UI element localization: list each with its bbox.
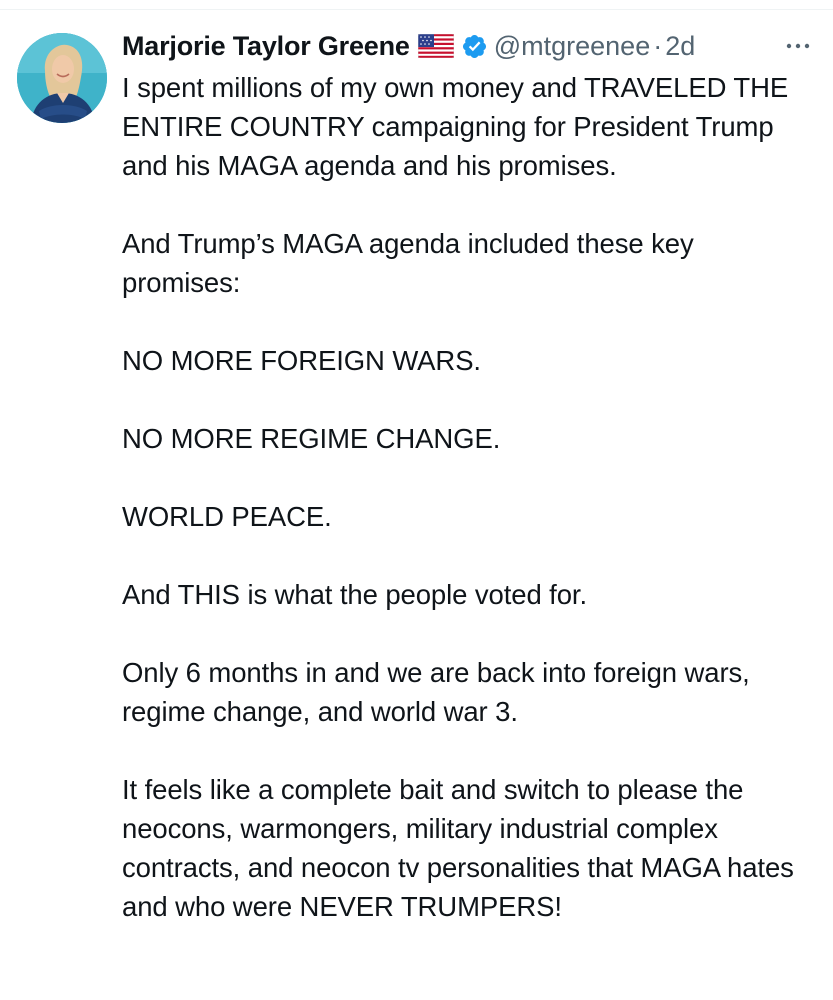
author-display-name[interactable]: Marjorie Taylor Greene (122, 31, 410, 62)
tweet-paragraph: And THIS is what the people voted for. (122, 579, 588, 610)
tweet[interactable]: Marjorie Taylor Greene @mtgreenee · 2d I… (0, 10, 833, 1000)
tweet-paragraph: NO MORE REGIME CHANGE. (122, 423, 501, 454)
tweet-header: Marjorie Taylor Greene @mtgreenee · 2d (122, 24, 833, 68)
tweet-paragraph: NO MORE FOREIGN WARS. (122, 345, 481, 376)
verified-badge-icon[interactable] (461, 33, 488, 60)
avatar[interactable] (17, 33, 107, 123)
tweet-paragraph: It feels like a complete bait and switch… (122, 774, 794, 922)
separator-dot: · (653, 30, 663, 61)
tweet-paragraph: Only 6 months in and we are back into fo… (122, 657, 750, 727)
tweet-paragraph: And Trump’s MAGA agenda included these k… (122, 228, 694, 298)
avatar-image (17, 33, 107, 123)
author-handle[interactable]: @mtgreenee (494, 31, 651, 62)
us-flag-icon (417, 33, 455, 59)
tweet-text: I spent millions of my own money and TRA… (122, 68, 812, 926)
tweet-paragraph: WORLD PEACE. (122, 501, 332, 532)
tweet-timestamp[interactable]: 2d (665, 31, 695, 62)
tweet-paragraph: I spent millions of my own money and TRA… (122, 72, 789, 181)
more-options-icon[interactable] (783, 36, 813, 56)
